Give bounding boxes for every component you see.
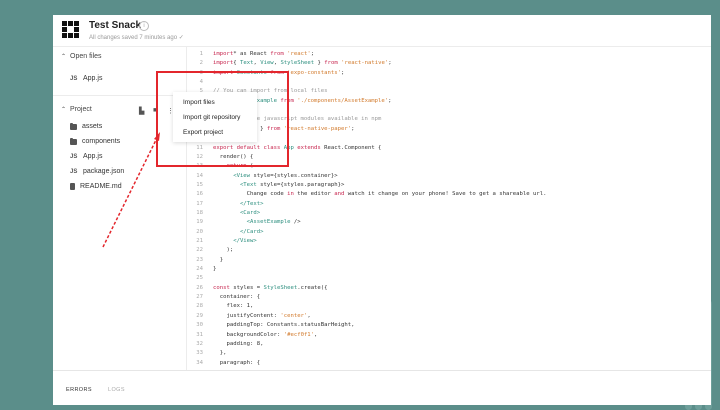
annotation-arrow — [102, 132, 160, 248]
tab-errors[interactable]: ERRORS — [66, 387, 92, 393]
snack-window: Test Snack i All changes saved 7 minutes… — [53, 15, 711, 405]
tab-logs[interactable]: LOGS — [108, 387, 125, 393]
bottom-panel: ERRORS LOGS — [53, 370, 711, 405]
